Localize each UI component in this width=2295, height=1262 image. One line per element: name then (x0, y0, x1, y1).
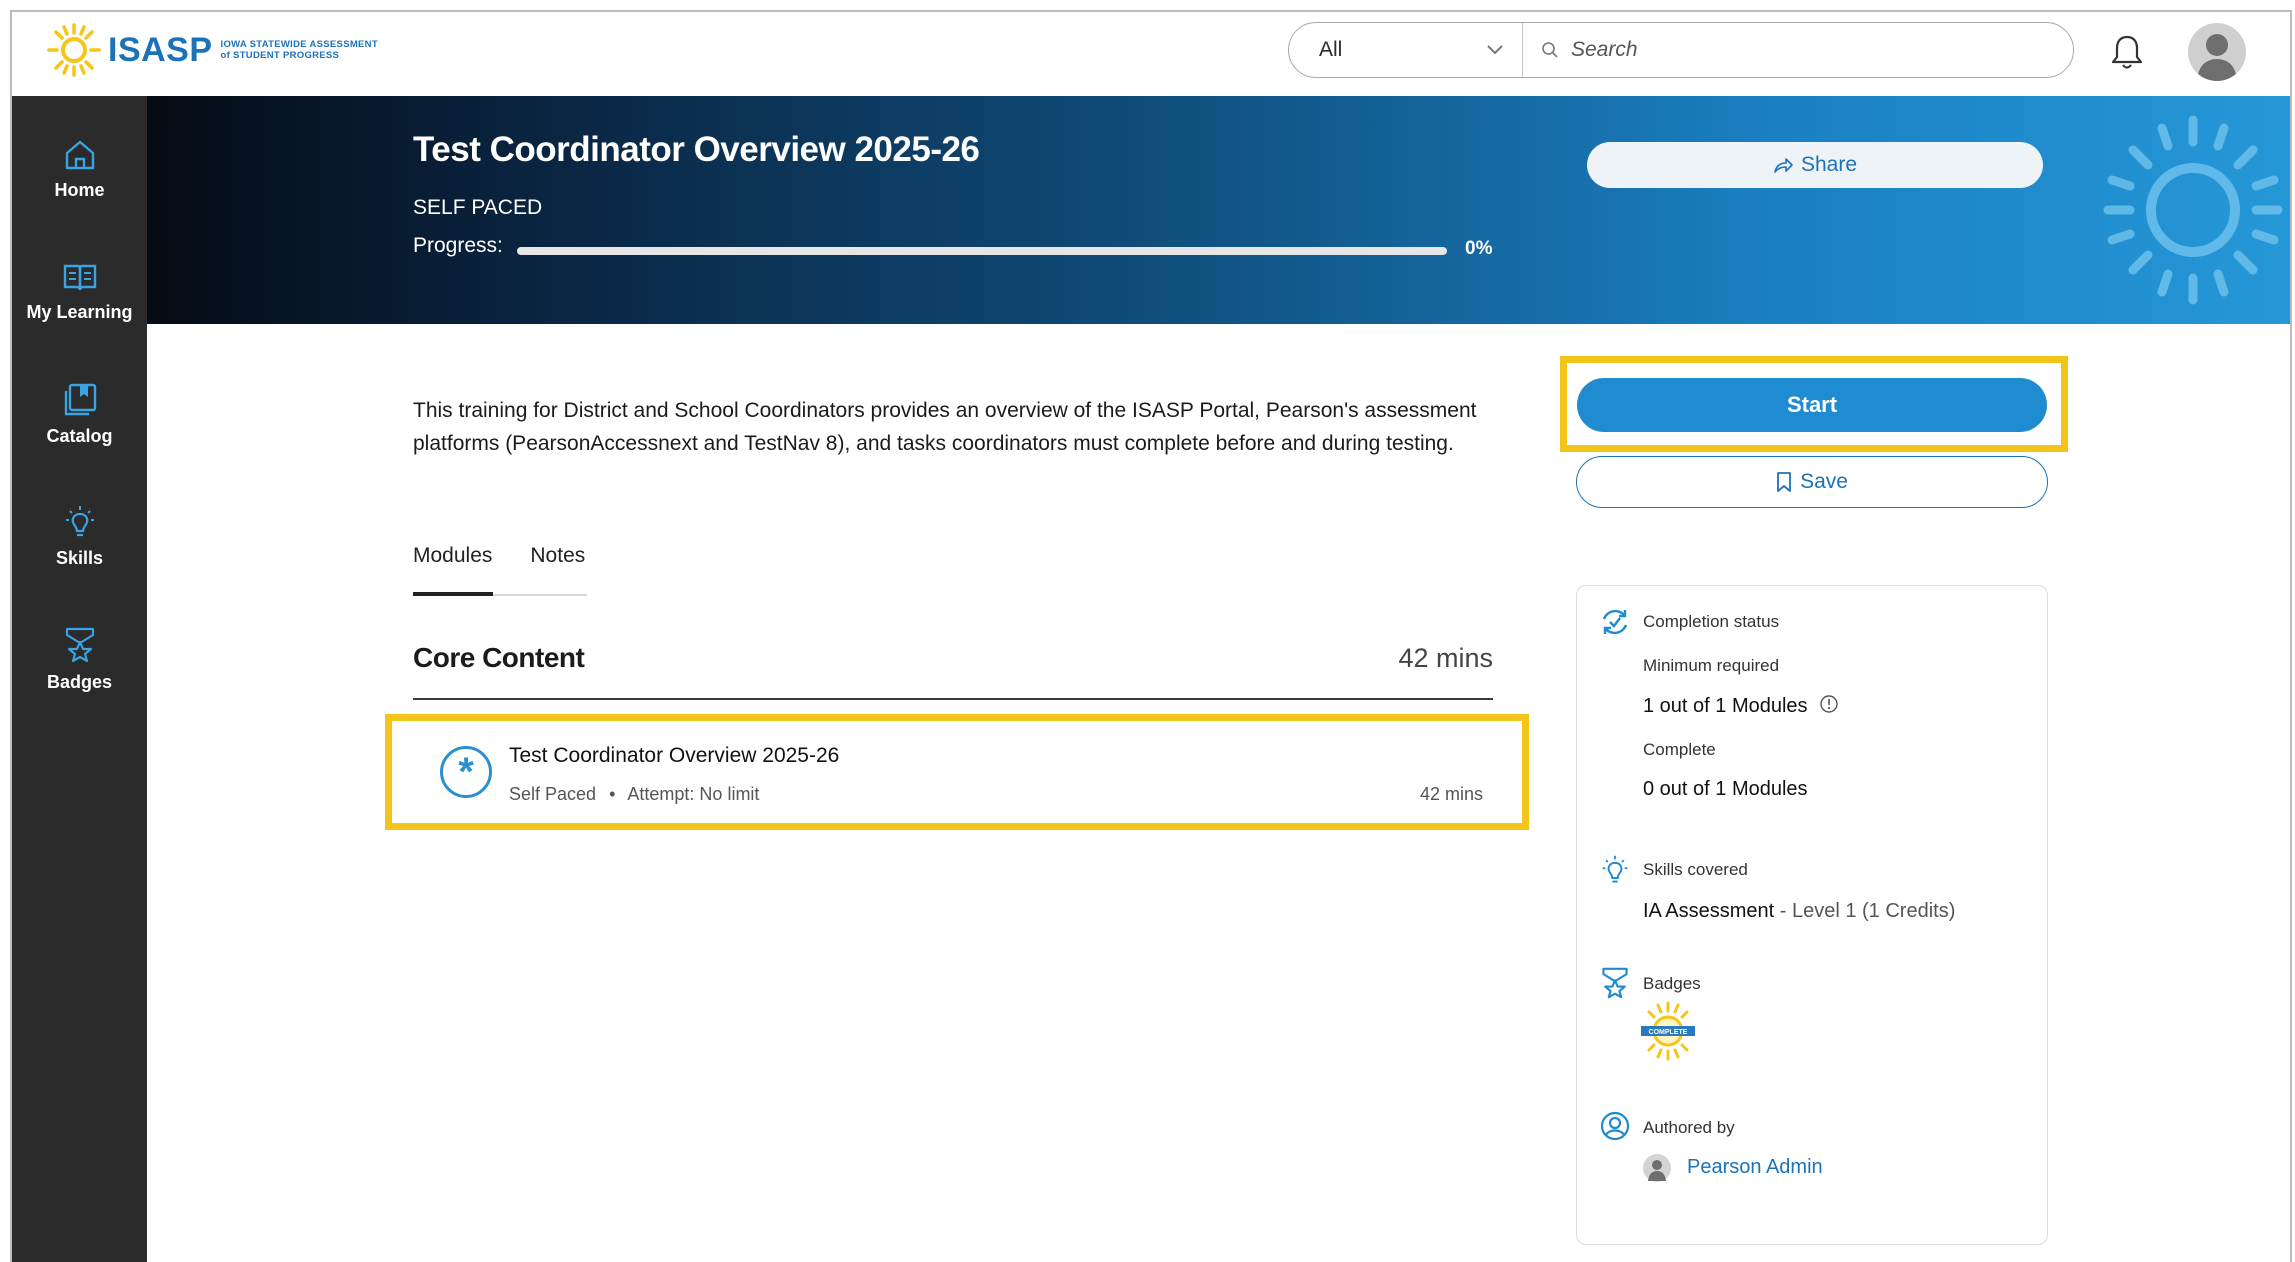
sidebar-item-label: My Learning (26, 302, 133, 322)
sidebar-item-label: Home (54, 180, 105, 200)
share-button[interactable]: Share (1587, 142, 2043, 188)
info-circle-icon[interactable] (1819, 694, 1839, 714)
author-user-circle-icon (1600, 1111, 1630, 1141)
search-input[interactable] (1569, 29, 2073, 71)
module-meta: Self Paced • Attempt: No limit (509, 784, 759, 805)
lightbulb-icon (65, 506, 94, 537)
logo-subtitle-line2: of STUDENT PROGRESS (220, 50, 340, 61)
progress-bar (517, 247, 1447, 255)
section-title: Core Content (413, 642, 585, 673)
section-divider (413, 698, 1493, 700)
course-info-card: Completion status Minimum required 1 out… (1576, 585, 2048, 1245)
minimum-required-value: 1 out of 1 Modules (1643, 694, 1839, 718)
course-title: Test Coordinator Overview 2025-26 (413, 130, 980, 169)
notification-bell-icon[interactable] (2110, 32, 2144, 72)
decorative-sun-icon (2103, 115, 2283, 305)
course-banner: Test Coordinator Overview 2025-26 SELF P… (147, 96, 2290, 324)
badges-icon (1602, 967, 1628, 999)
progress-percent: 0% (1465, 238, 1493, 259)
save-button[interactable]: Save (1576, 456, 2048, 508)
module-attempt: Attempt: No limit (627, 784, 760, 804)
sidebar-item-label: Badges (46, 672, 113, 692)
content-tabs: Modules Notes (413, 544, 585, 598)
search-bar: All (1288, 22, 2074, 78)
share-icon (1774, 158, 1793, 173)
sidebar-item-badges[interactable]: Badges (12, 626, 147, 693)
badge-image-text: COMPLETE (1649, 1029, 1688, 1036)
sidebar-item-skills[interactable]: Skills (12, 504, 147, 569)
complete-label: Complete (1643, 740, 1716, 759)
catalog-icon (64, 383, 96, 416)
complete-value: 0 out of 1 Modules (1643, 778, 1808, 800)
user-avatar[interactable] (2188, 23, 2246, 81)
section-header: Core Content 42 mins (413, 642, 1493, 674)
section-duration: 42 mins (1398, 642, 1493, 673)
badges-label: Badges (1643, 974, 1701, 993)
complete-badge-image[interactable]: COMPLETE (1637, 1000, 1699, 1062)
module-title[interactable]: Test Coordinator Overview 2025-26 (509, 744, 839, 768)
sun-logo-icon (47, 23, 101, 77)
author-name-link[interactable]: Pearson Admin (1687, 1156, 1823, 1179)
self-paced-asterisk-icon: * (440, 746, 492, 798)
active-tab-indicator (413, 592, 493, 596)
author-avatar (1643, 1154, 1671, 1182)
skill-name: IA Assessment (1643, 900, 1775, 922)
authored-by-label: Authored by (1643, 1118, 1735, 1137)
minimum-required-label: Minimum required (1643, 656, 1780, 675)
course-description: This training for District and School Co… (413, 399, 1477, 455)
module-duration: 42 mins (1420, 784, 1484, 804)
sidebar-item-my-learning[interactable]: My Learning (12, 260, 147, 323)
left-sidebar: Home My Learning Catalog Skills Badges (12, 96, 147, 1262)
logo-text: ISASP (108, 30, 213, 69)
completion-status-label: Completion status (1643, 612, 1780, 631)
completion-sync-icon (1602, 609, 1628, 635)
app-window: ISASP IOWA STATEWIDE ASSESSMENT of STUDE… (10, 10, 2292, 1262)
top-header: ISASP IOWA STATEWIDE ASSESSMENT of STUDE… (12, 12, 2290, 96)
start-button[interactable]: Start (1577, 378, 2047, 432)
search-scope-dropdown[interactable]: All (1289, 23, 1523, 77)
skill-level: Level 1 (1 Credits) (1791, 900, 1956, 922)
module-type: Self Paced (509, 784, 597, 804)
search-icon (1542, 42, 1558, 58)
skills-covered-label: Skills covered (1643, 860, 1748, 879)
sidebar-item-catalog[interactable]: Catalog (12, 382, 147, 447)
tab-notes[interactable]: Notes (530, 544, 585, 598)
book-icon (63, 264, 96, 291)
sidebar-item-home[interactable]: Home (12, 138, 147, 201)
skill-separator: - (1774, 900, 1792, 922)
skills-lightbulb-icon (1602, 855, 1628, 883)
person-silhouette-icon (2197, 34, 2237, 81)
isasp-logo[interactable]: ISASP IOWA STATEWIDE ASSESSMENT of STUDE… (46, 22, 378, 78)
minimum-required-text: 1 out of 1 Modules (1643, 695, 1808, 717)
sidebar-item-label: Catalog (46, 426, 113, 446)
search-scope-value: All (1319, 38, 1343, 61)
skill-entry: IA Assessment - Level 1 (1 Credits) (1643, 900, 1955, 923)
logo-subtitle-line1: IOWA STATEWIDE ASSESSMENT (220, 39, 378, 50)
sidebar-item-label: Skills (55, 548, 104, 568)
course-type: SELF PACED (413, 196, 543, 219)
share-label: Share (1800, 153, 1858, 176)
tab-modules[interactable]: Modules (413, 544, 492, 598)
home-icon (65, 140, 94, 170)
save-label: Save (1800, 470, 1848, 493)
chevron-down-icon (1487, 45, 1503, 55)
progress-label: Progress: (413, 234, 503, 257)
bookmark-icon (1777, 472, 1791, 492)
meta-separator: • (609, 784, 616, 804)
logo-subtitle: IOWA STATEWIDE ASSESSMENT of STUDENT PRO… (221, 39, 378, 61)
module-highlight-box (385, 714, 1529, 830)
badge-icon (65, 627, 94, 663)
